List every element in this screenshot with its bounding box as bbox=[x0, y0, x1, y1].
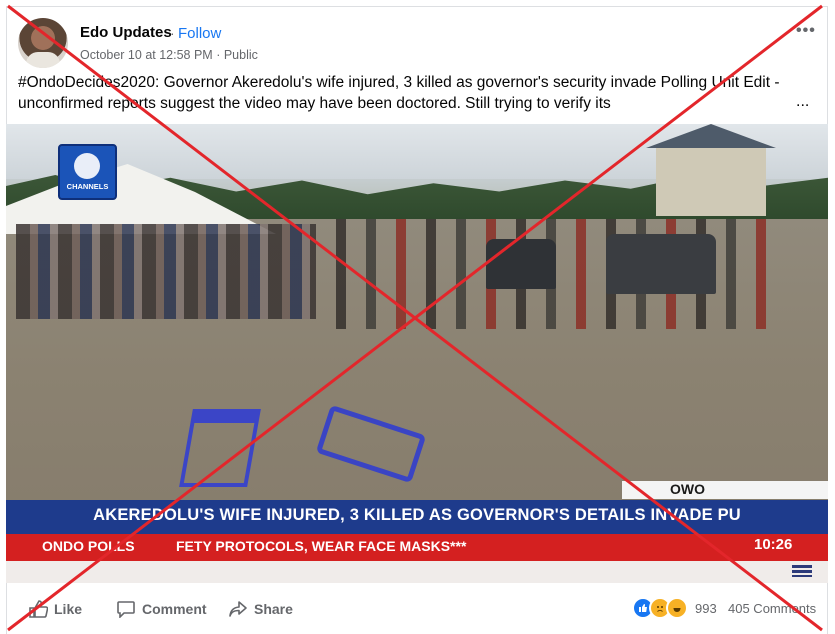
comment-button[interactable]: Comment bbox=[116, 600, 207, 618]
share-icon bbox=[229, 601, 247, 617]
facebook-post: Edo Updates · Follow October 10 at 12:58… bbox=[0, 0, 835, 634]
comment-icon bbox=[117, 601, 135, 618]
ticker-text: FETY PROTOCOLS, WEAR FACE MASKS*** bbox=[176, 538, 467, 554]
plastic-chair bbox=[179, 409, 261, 487]
see-more-ellipsis[interactable]: ... bbox=[796, 93, 809, 111]
reaction-count[interactable]: 993 bbox=[695, 601, 717, 616]
like-button[interactable]: Like bbox=[28, 600, 82, 618]
post-text: #OndoDecides2020: Governor Akeredolu's w… bbox=[18, 74, 780, 112]
video-house bbox=[646, 124, 776, 216]
share-button[interactable]: Share bbox=[228, 600, 293, 618]
bottom-strip bbox=[6, 561, 828, 583]
comment-label: Comment bbox=[142, 601, 207, 617]
channels-tv-logo: CHANNELS bbox=[58, 144, 117, 200]
page-avatar[interactable] bbox=[18, 18, 68, 68]
share-label: Share bbox=[254, 601, 293, 617]
reactions-summary[interactable] bbox=[632, 597, 688, 619]
broadcast-time: 10:26 bbox=[754, 536, 793, 553]
page-name[interactable]: Edo Updates bbox=[80, 24, 172, 41]
more-options-icon[interactable]: ••• bbox=[796, 22, 816, 40]
globe-icon bbox=[74, 153, 100, 179]
channel-logo-label: CHANNELS bbox=[66, 182, 109, 191]
news-headline: AKEREDOLU'S WIFE INJURED, 3 KILLED AS GO… bbox=[93, 506, 741, 524]
menu-lines-icon bbox=[792, 565, 812, 577]
haha-reaction-icon bbox=[666, 597, 688, 619]
video-car bbox=[606, 234, 716, 294]
video-player[interactable]: CHANNELS OWO AKEREDOLU'S WIFE INJURED, 3… bbox=[6, 124, 828, 583]
ticker-label: ONDO POLLS bbox=[42, 538, 135, 554]
comment-count[interactable]: 405 Comments bbox=[728, 601, 816, 616]
location-box bbox=[622, 481, 828, 499]
location-label: OWO bbox=[670, 481, 705, 497]
separator-dot: · bbox=[170, 25, 175, 41]
post-meta[interactable]: October 10 at 12:58 PM · Public bbox=[80, 48, 258, 62]
video-crowd bbox=[16, 224, 316, 319]
thumbs-up-icon bbox=[29, 600, 48, 618]
like-label: Like bbox=[54, 601, 83, 617]
follow-button[interactable]: Follow bbox=[178, 25, 221, 42]
video-car bbox=[486, 239, 556, 289]
